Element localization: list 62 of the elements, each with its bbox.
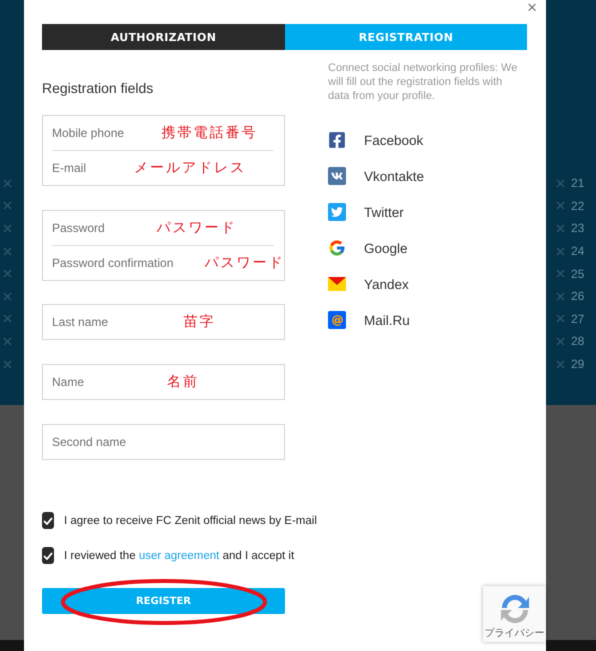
- social-link[interactable]: Mail.Ru: [364, 312, 410, 328]
- close-icon[interactable]: [3, 269, 12, 278]
- social-link[interactable]: Facebook: [364, 132, 424, 148]
- close-icon[interactable]: [556, 269, 565, 278]
- google-icon: [328, 239, 346, 257]
- row-number: 26: [571, 289, 584, 304]
- row-number: 29: [571, 357, 584, 372]
- close-icon[interactable]: [3, 178, 12, 188]
- section-heading: Registration fields: [42, 80, 154, 96]
- recaptcha-badge[interactable]: プライバシー: [483, 586, 546, 642]
- row-number: 25: [571, 266, 584, 281]
- close-icon[interactable]: [556, 246, 565, 256]
- text-field[interactable]: Mobile phone: [52, 126, 146, 140]
- text-field[interactable]: Password: [52, 221, 119, 235]
- text-field[interactable]: Second name: [52, 435, 139, 449]
- close-icon[interactable]: [3, 336, 12, 346]
- at-sign-icon: [328, 311, 346, 329]
- close-icon[interactable]: [556, 292, 565, 301]
- text-field[interactable]: Password confirmation: [52, 256, 205, 270]
- close-icon[interactable]: [556, 201, 565, 210]
- social-link[interactable]: Twitter: [364, 204, 404, 220]
- close-icon[interactable]: [556, 178, 565, 188]
- annotation-text: 苗字: [184, 313, 216, 331]
- row-number: 22: [571, 198, 584, 213]
- bird-icon: [328, 203, 346, 221]
- annotation-text: 携帯電話番号: [162, 124, 258, 142]
- close-icon[interactable]: [3, 292, 12, 301]
- annotation-text: 名前: [167, 374, 200, 391]
- row-number: 28: [571, 334, 584, 348]
- row-number: 23: [571, 221, 584, 236]
- checkbox[interactable]: [42, 512, 54, 529]
- close-button[interactable]: ×: [524, 0, 540, 18]
- social-link[interactable]: Yandex: [364, 276, 409, 292]
- close-icon[interactable]: [556, 360, 565, 369]
- envelope-icon: [328, 275, 346, 293]
- close-icon[interactable]: [3, 246, 12, 256]
- vk-icon: [328, 167, 346, 185]
- close-icon[interactable]: [3, 201, 12, 210]
- close-icon[interactable]: [556, 336, 565, 346]
- checkbox[interactable]: [42, 547, 54, 564]
- row-number: 21: [571, 176, 584, 190]
- annotation-text: パスワード: [156, 220, 236, 237]
- row-number: 24: [571, 244, 584, 258]
- annotation-text: メールアドレス: [134, 160, 246, 177]
- checkbox-label: I reviewed the user agreement and I accept it: [64, 550, 294, 562]
- privacy-label: プライバシー: [484, 626, 544, 640]
- text-field[interactable]: E-mail: [52, 161, 106, 175]
- social-link[interactable]: Google: [364, 240, 408, 256]
- close-icon[interactable]: [556, 314, 565, 324]
- social-intro-text: Connect social networking profiles: We will fill out the registration fields with data from your profile.: [328, 61, 518, 103]
- checkbox-label: I agree to receive FC Zenit official news by E-mail: [64, 514, 317, 526]
- facebook-icon: [328, 131, 346, 149]
- close-icon[interactable]: [3, 224, 12, 233]
- row-number: 27: [571, 312, 584, 326]
- tab[interactable]: AUTHORIZATION: [42, 24, 285, 50]
- text-field[interactable]: Last name: [52, 315, 126, 329]
- close-icon[interactable]: [3, 314, 12, 324]
- close-icon[interactable]: [556, 224, 565, 233]
- text-field[interactable]: Name: [52, 375, 92, 389]
- social-link[interactable]: Vkontakte: [364, 168, 424, 184]
- annotation-text: パスワード: [204, 255, 285, 272]
- close-icon[interactable]: [3, 360, 12, 369]
